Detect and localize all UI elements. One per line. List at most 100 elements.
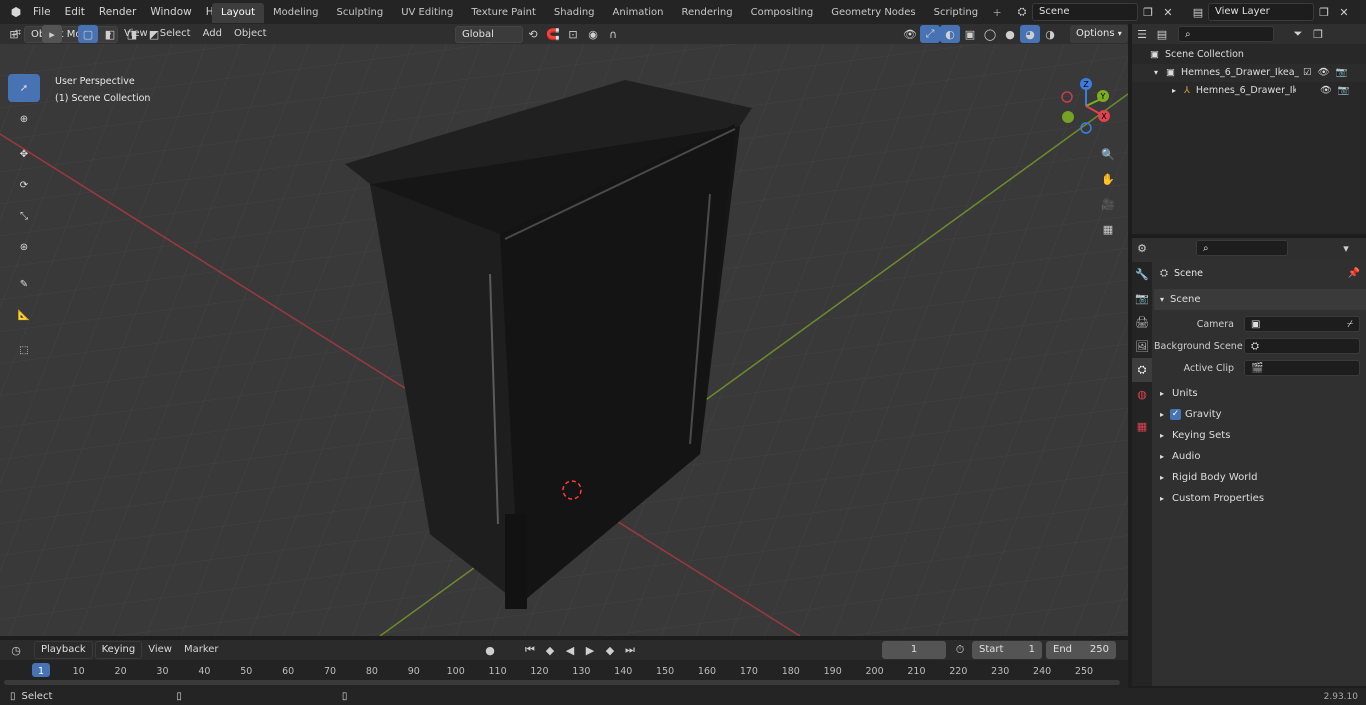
menu-edit[interactable]: Edit bbox=[58, 0, 92, 24]
tool-move-icon[interactable]: ✥ bbox=[8, 140, 40, 168]
menu-file[interactable]: File bbox=[26, 0, 58, 24]
properties-options-icon[interactable]: ▾ bbox=[1336, 239, 1356, 257]
delete-view-layer-icon[interactable]: ✕ bbox=[1334, 3, 1354, 21]
tab-render-icon[interactable]: 📷 bbox=[1132, 286, 1152, 310]
gravity-checkbox-icon[interactable]: ✓ bbox=[1170, 409, 1182, 420]
jump-start-icon[interactable]: ⏮ bbox=[520, 641, 540, 659]
timeline-editor-icon[interactable]: ◷ bbox=[6, 641, 26, 659]
camera-view-icon[interactable]: 🎥 bbox=[1098, 192, 1118, 217]
tab-tool-icon[interactable]: 🔧 bbox=[1132, 262, 1152, 286]
view-layer-field[interactable]: View Layer bbox=[1208, 3, 1314, 21]
outliner-editor-icon[interactable]: ☰ bbox=[1132, 25, 1152, 43]
blender-logo-icon[interactable]: ⬢ bbox=[6, 5, 26, 19]
panel-gravity[interactable]: ▸ ✓ Gravity bbox=[1154, 404, 1366, 425]
tab-modeling[interactable]: Modeling bbox=[264, 3, 328, 23]
tab-texture-icon[interactable]: ▦ bbox=[1132, 414, 1152, 438]
panel-units[interactable]: ▸ Units bbox=[1154, 383, 1366, 404]
xray-icon[interactable]: ▣ bbox=[960, 25, 980, 43]
navigation-gizmo[interactable]: Z Y X bbox=[1058, 74, 1118, 134]
tab-scene-icon[interactable]: ⛭ bbox=[1132, 358, 1152, 382]
outliner-item-collection[interactable]: ▾ ▣ Hemnes_6_Drawer_Ikea_Che ☑ 👁 📷 bbox=[1132, 64, 1366, 82]
pan-hand-icon[interactable]: ✋ bbox=[1098, 167, 1118, 192]
tool-select-box-icon[interactable]: ➚ bbox=[8, 74, 40, 102]
checkbox-icon[interactable]: ☑ bbox=[1303, 64, 1312, 82]
shading-rendered-icon[interactable]: ◑ bbox=[1040, 25, 1060, 43]
visibility-icon[interactable]: 👁 bbox=[900, 25, 920, 43]
timeline-menu-view[interactable]: View bbox=[142, 641, 178, 659]
panel-audio[interactable]: ▸ Audio bbox=[1154, 446, 1366, 467]
outliner-scene-collection[interactable]: ▣ Scene Collection bbox=[1132, 46, 1366, 64]
expand-right-icon[interactable]: ▸ bbox=[1172, 82, 1176, 100]
camera-field[interactable]: ▣ ⌿ bbox=[1244, 316, 1360, 332]
stopwatch-icon[interactable]: ⏱ bbox=[950, 641, 970, 659]
expand-down-icon[interactable]: ▾ bbox=[1154, 64, 1158, 82]
playback-dropdown[interactable]: Playback bbox=[34, 641, 93, 659]
new-view-layer-icon[interactable]: ❐ bbox=[1314, 3, 1334, 21]
jump-end-icon[interactable]: ⏭ bbox=[620, 641, 640, 659]
delete-scene-icon[interactable]: ✕ bbox=[1158, 3, 1178, 21]
filter-icon[interactable]: ⏷ bbox=[1288, 25, 1308, 43]
panel-rigid-body-world[interactable]: ▸ Rigid Body World bbox=[1154, 467, 1366, 488]
proportional-edit-icon[interactable]: ◉ bbox=[583, 25, 603, 43]
snap-target-icon[interactable]: ⊡ bbox=[563, 25, 583, 43]
outliner-search-input[interactable]: ⌕ bbox=[1178, 26, 1274, 42]
scene-selector-icon[interactable]: ⛭ bbox=[1012, 3, 1032, 21]
shading-wireframe-icon[interactable]: ◯ bbox=[980, 25, 1000, 43]
next-keyframe-icon[interactable]: ◆ bbox=[600, 641, 620, 659]
timeline-scrollbar[interactable] bbox=[4, 680, 1120, 685]
select-subtract-icon[interactable]: ◨ bbox=[122, 25, 142, 43]
view-layer-selector-icon[interactable]: ▤ bbox=[1188, 3, 1208, 21]
prev-keyframe-icon[interactable]: ◆ bbox=[540, 641, 560, 659]
properties-search-input[interactable]: ⌕ bbox=[1196, 240, 1288, 256]
tab-shading[interactable]: Shading bbox=[545, 3, 604, 23]
tool-scale-icon[interactable]: ⤡ bbox=[8, 202, 40, 230]
transform-orientation-dropdown[interactable]: Global bbox=[455, 25, 523, 43]
options-button[interactable]: Options ▾ bbox=[1070, 25, 1128, 43]
add-workspace-icon[interactable]: + bbox=[987, 3, 1007, 21]
snap-icon[interactable]: 🧲 bbox=[543, 25, 563, 43]
new-collection-icon[interactable]: ❐ bbox=[1308, 25, 1328, 43]
ortho-grid-icon[interactable]: ▦ bbox=[1098, 217, 1118, 242]
viewport-menu-object[interactable]: Object bbox=[228, 24, 273, 44]
tab-layout[interactable]: Layout bbox=[212, 3, 264, 23]
camera-icon[interactable]: 📷 bbox=[1338, 82, 1350, 100]
tab-world-icon[interactable]: ◍ bbox=[1132, 382, 1152, 406]
tab-texture-paint[interactable]: Texture Paint bbox=[462, 3, 545, 23]
gizmo-toggle-icon[interactable]: ⤢ bbox=[920, 25, 940, 43]
tab-compositing[interactable]: Compositing bbox=[742, 3, 823, 23]
outliner-item-object[interactable]: ▸ ⅄ Hemnes_6_Drawer_Ikea_ 👁 📷 bbox=[1132, 82, 1366, 100]
tool-annotate-icon[interactable]: ✎ bbox=[8, 270, 40, 298]
eyedropper-icon[interactable]: ⌿ bbox=[1347, 317, 1353, 333]
tool-rotate-icon[interactable]: ⟳ bbox=[8, 171, 40, 199]
tab-uv-editing[interactable]: UV Editing bbox=[392, 3, 462, 23]
keying-dropdown[interactable]: Keying bbox=[94, 641, 143, 659]
start-frame-field[interactable]: Start 1 bbox=[972, 641, 1042, 659]
menu-window[interactable]: Window bbox=[143, 0, 198, 24]
eye-icon[interactable]: 👁 bbox=[1320, 82, 1332, 100]
zoom-icon[interactable]: 🔍 bbox=[1098, 142, 1118, 167]
select-tool-icon[interactable]: ▸ bbox=[42, 25, 62, 43]
panel-keying-sets[interactable]: ▸ Keying Sets bbox=[1154, 425, 1366, 446]
play-reverse-icon[interactable]: ◀ bbox=[560, 641, 580, 659]
eye-icon[interactable]: 👁 bbox=[1318, 64, 1330, 82]
overlay-toggle-icon[interactable]: ◐ bbox=[940, 25, 960, 43]
pivot-point-icon[interactable]: ⟲ bbox=[523, 25, 543, 43]
select-invert-icon[interactable]: ◩ bbox=[144, 25, 164, 43]
select-new-icon[interactable]: ▢ bbox=[78, 25, 98, 43]
tool-add-cube-icon[interactable]: ⬚ bbox=[8, 336, 40, 364]
current-frame-field[interactable]: 1 bbox=[882, 641, 946, 659]
tool-transform-icon[interactable]: ⊛ bbox=[8, 233, 40, 261]
viewport-menu-add[interactable]: Add bbox=[197, 24, 228, 44]
shading-material-icon[interactable]: ◕ bbox=[1020, 25, 1040, 43]
timeline-menu-marker[interactable]: Marker bbox=[178, 641, 225, 659]
properties-editor-icon[interactable]: ⚙ bbox=[1132, 239, 1152, 257]
tab-animation[interactable]: Animation bbox=[604, 3, 673, 23]
tab-geometry-nodes[interactable]: Geometry Nodes bbox=[822, 3, 924, 23]
display-mode-icon[interactable]: ▤ bbox=[1152, 25, 1172, 43]
tab-sculpting[interactable]: Sculpting bbox=[328, 3, 393, 23]
editor-type-icon[interactable]: ⌗ bbox=[8, 24, 28, 42]
panel-scene-header[interactable]: ▾ Scene bbox=[1154, 289, 1366, 310]
tool-measure-icon[interactable]: 📐 bbox=[8, 301, 40, 329]
tab-scripting[interactable]: Scripting bbox=[925, 3, 987, 23]
new-scene-icon[interactable]: ❐ bbox=[1138, 3, 1158, 21]
